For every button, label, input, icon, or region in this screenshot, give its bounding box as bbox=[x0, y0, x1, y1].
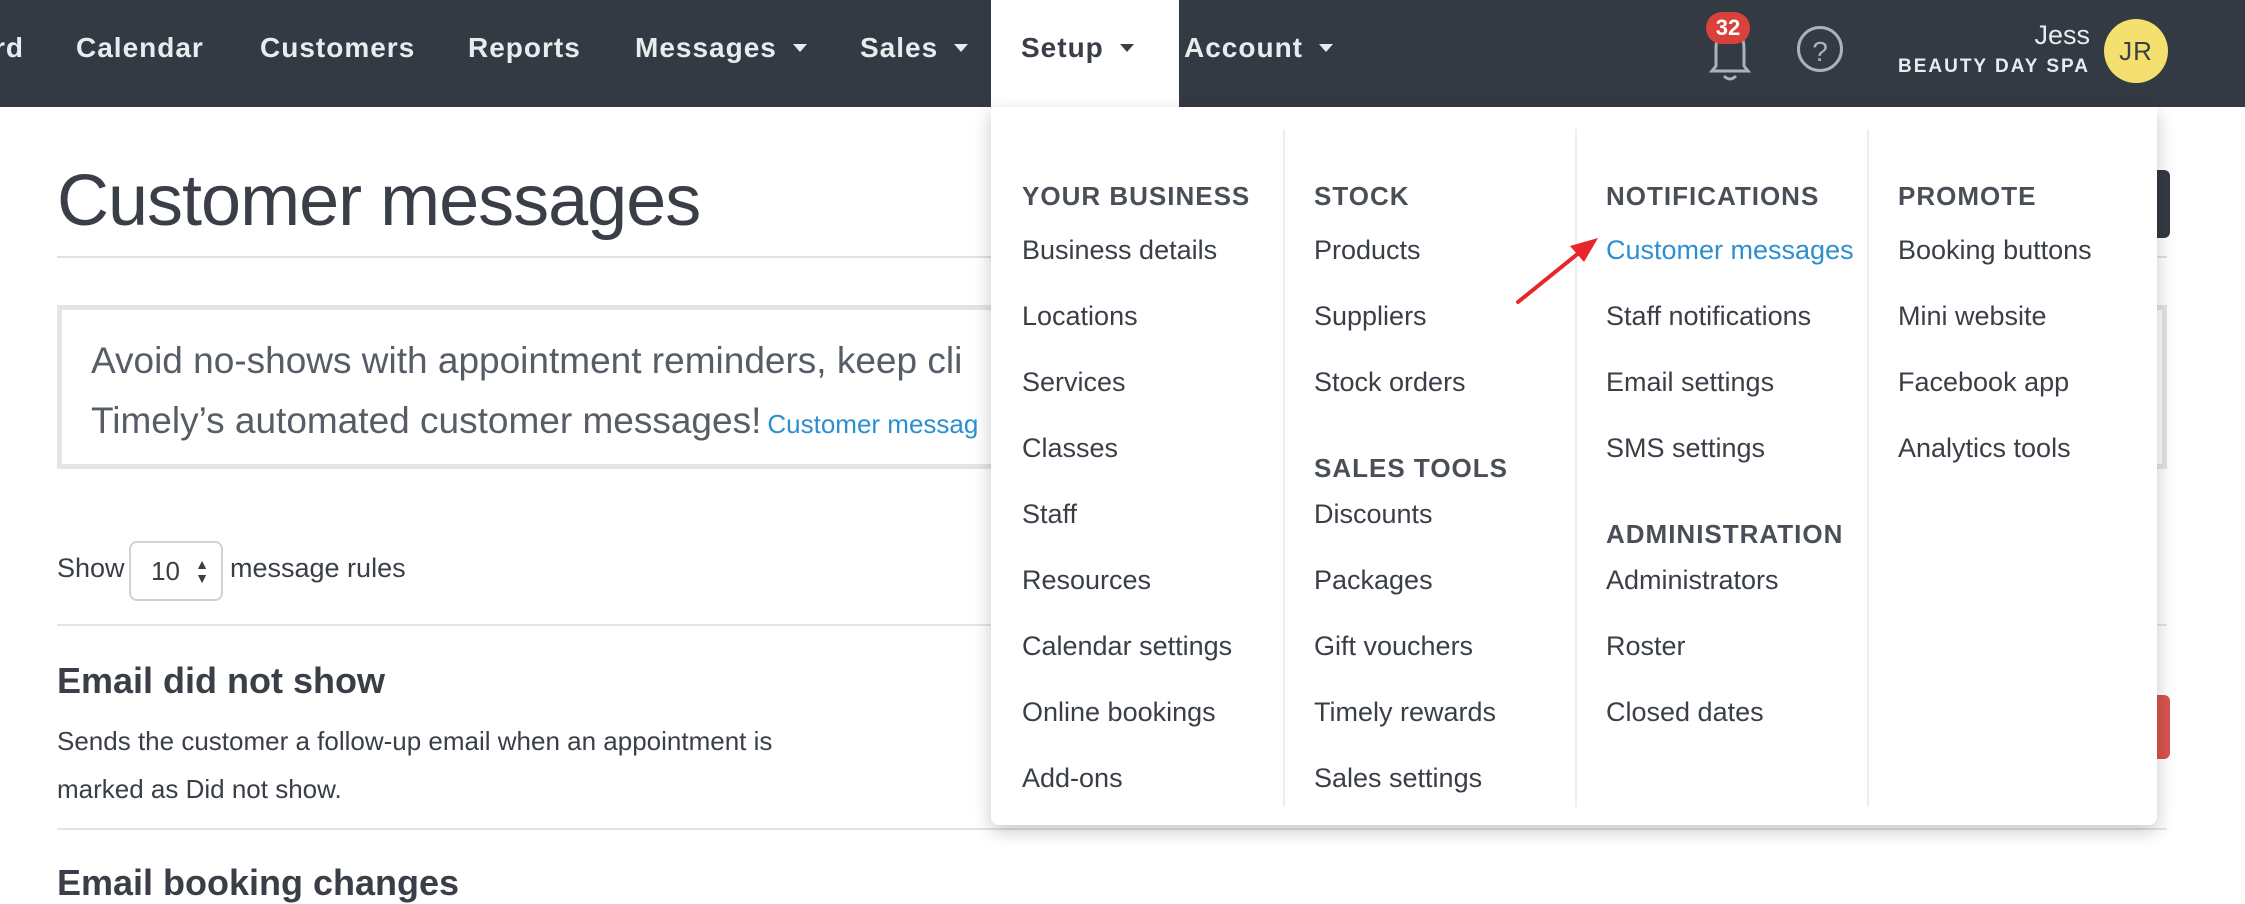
menu-item-staff[interactable]: Staff bbox=[1022, 499, 1077, 530]
menu-heading-promote: PROMOTE bbox=[1898, 181, 2037, 211]
user-name[interactable]: Jess bbox=[2034, 20, 2090, 51]
chevron-down-icon bbox=[792, 43, 807, 52]
rule-title: Email did not show bbox=[57, 660, 386, 701]
menu-item-mini-website[interactable]: Mini website bbox=[1898, 301, 2047, 332]
menu-item-booking-buttons[interactable]: Booking buttons bbox=[1898, 235, 2092, 266]
menu-item-discounts[interactable]: Discounts bbox=[1314, 499, 1433, 530]
select-arrows-icon: ▲ ▼ bbox=[195, 556, 209, 586]
nav-messages[interactable]: Messages bbox=[635, 0, 807, 107]
nav-sales-label: Sales bbox=[860, 32, 939, 63]
menu-item-online-bookings[interactable]: Online bookings bbox=[1022, 697, 1216, 728]
menu-item-analytics-tools[interactable]: Analytics tools bbox=[1898, 433, 2071, 464]
menu-heading-administration: ADMINISTRATION bbox=[1606, 519, 1844, 549]
info-text-line2: Timely’s automated customer messages! Cus… bbox=[91, 400, 978, 442]
menu-item-roster[interactable]: Roster bbox=[1606, 631, 1686, 662]
rule-description-line2: marked as Did not show. bbox=[57, 774, 342, 804]
menu-item-closed-dates[interactable]: Closed dates bbox=[1606, 697, 1764, 728]
menu-item-customer-messages[interactable]: Customer messages bbox=[1606, 235, 1854, 266]
chevron-down-icon bbox=[954, 43, 969, 52]
setup-dropdown-menu: YOUR BUSINESS Business details Locations… bbox=[991, 107, 2157, 825]
menu-item-locations[interactable]: Locations bbox=[1022, 301, 1138, 332]
nav-customers-label: Customers bbox=[260, 32, 416, 63]
menu-item-suppliers[interactable]: Suppliers bbox=[1314, 301, 1427, 332]
menu-item-classes[interactable]: Classes bbox=[1022, 433, 1118, 464]
nav-reports[interactable]: Reports bbox=[468, 0, 581, 107]
show-label: Show bbox=[57, 553, 125, 583]
menu-item-staff-notifications[interactable]: Staff notifications bbox=[1606, 301, 1811, 332]
menu-item-gift-vouchers[interactable]: Gift vouchers bbox=[1314, 631, 1473, 662]
avatar[interactable]: JR bbox=[2104, 19, 2168, 83]
menu-item-sales-settings[interactable]: Sales settings bbox=[1314, 763, 1482, 794]
menu-item-stock-orders[interactable]: Stock orders bbox=[1314, 367, 1466, 398]
menu-item-facebook-app[interactable]: Facebook app bbox=[1898, 367, 2069, 398]
menu-item-administrators[interactable]: Administrators bbox=[1606, 565, 1779, 596]
menu-column-notifications: NOTIFICATIONS Customer messages Staff no… bbox=[1575, 127, 1867, 807]
menu-column-your-business: YOUR BUSINESS Business details Locations… bbox=[991, 127, 1283, 807]
menu-column-promote: PROMOTE Booking buttons Mini website Fac… bbox=[1867, 127, 2159, 807]
rule-title: Email booking changes bbox=[57, 862, 460, 903]
info-text-line2-body: Timely’s automated customer messages! bbox=[91, 400, 762, 441]
page-title: Customer messages bbox=[57, 161, 701, 241]
top-nav-bar: rd Calendar Customers Reports Messages S… bbox=[0, 0, 2245, 107]
menu-item-email-settings[interactable]: Email settings bbox=[1606, 367, 1774, 398]
menu-item-calendar-settings[interactable]: Calendar settings bbox=[1022, 631, 1232, 662]
message-rules-label: message rules bbox=[230, 553, 406, 583]
list-divider bbox=[57, 828, 2167, 830]
menu-item-resources[interactable]: Resources bbox=[1022, 565, 1151, 596]
info-text-line1: Avoid no-shows with appointment reminder… bbox=[91, 340, 963, 381]
nav-setup[interactable]: Setup bbox=[991, 0, 1179, 107]
chevron-down-icon bbox=[1319, 43, 1333, 52]
business-name[interactable]: BEAUTY DAY SPA bbox=[1898, 56, 2090, 78]
nav-messages-label: Messages bbox=[635, 32, 777, 63]
nav-dashboard-label: rd bbox=[0, 32, 24, 63]
nav-setup-label: Setup bbox=[1021, 32, 1104, 63]
page-size-select[interactable]: 10 ▲ ▼ bbox=[129, 541, 223, 601]
rule-description-line1: Sends the customer a follow-up email whe… bbox=[57, 726, 773, 756]
nav-account[interactable]: Account bbox=[1184, 0, 1333, 107]
menu-item-sms-settings[interactable]: SMS settings bbox=[1606, 433, 1765, 464]
help-icon[interactable]: ? bbox=[1797, 26, 1843, 72]
customer-messages-help-link[interactable]: Customer messag bbox=[767, 409, 978, 439]
menu-heading-your-business: YOUR BUSINESS bbox=[1022, 181, 1251, 211]
menu-item-business-details[interactable]: Business details bbox=[1022, 235, 1217, 266]
nav-sales[interactable]: Sales bbox=[860, 0, 969, 107]
menu-item-services[interactable]: Services bbox=[1022, 367, 1126, 398]
nav-reports-label: Reports bbox=[468, 32, 581, 63]
annotation-arrow-icon bbox=[1516, 238, 1598, 304]
nav-calendar[interactable]: Calendar bbox=[76, 0, 204, 107]
menu-item-products[interactable]: Products bbox=[1314, 235, 1421, 266]
menu-heading-notifications: NOTIFICATIONS bbox=[1606, 181, 1820, 211]
nav-customers[interactable]: Customers bbox=[260, 0, 415, 107]
menu-item-add-ons[interactable]: Add-ons bbox=[1022, 763, 1123, 794]
nav-calendar-label: Calendar bbox=[76, 32, 204, 63]
page-size-value: 10 bbox=[151, 556, 180, 586]
nav-account-label: Account bbox=[1184, 32, 1303, 63]
menu-heading-stock: STOCK bbox=[1314, 181, 1410, 211]
menu-heading-sales-tools: SALES TOOLS bbox=[1314, 453, 1508, 483]
menu-item-packages[interactable]: Packages bbox=[1314, 565, 1433, 596]
notification-count-badge: 32 bbox=[1706, 12, 1750, 44]
menu-item-timely-rewards[interactable]: Timely rewards bbox=[1314, 697, 1496, 728]
chevron-down-icon bbox=[1119, 43, 1134, 52]
nav-dashboard[interactable]: rd bbox=[0, 0, 24, 107]
